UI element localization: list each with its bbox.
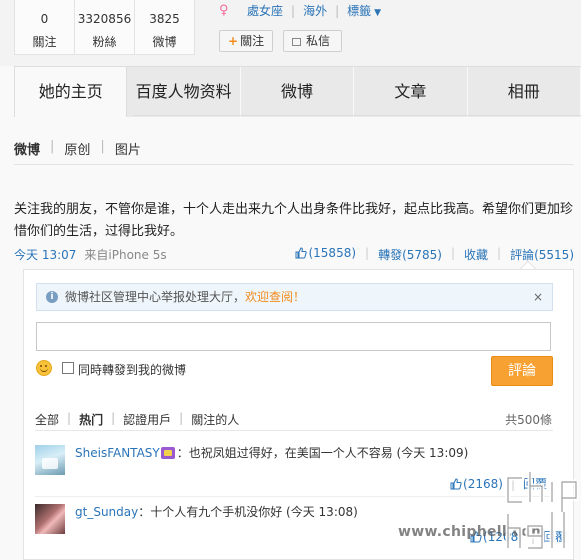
favorite-button[interactable]: 收藏 xyxy=(464,246,488,263)
post-content: 关注我的朋友，不管你是谁，十个人走出来九个人出身条件比我好，起点比我高。希望你们… xyxy=(14,202,574,239)
envelope-icon xyxy=(292,38,301,46)
profile-tabs: 她的主页 百度人物资料 微博 文章 相冊 xyxy=(14,66,581,117)
filter-hot[interactable]: 热门 xyxy=(79,411,103,428)
comment-input[interactable] xyxy=(36,322,551,351)
comment-text: ：也祝凤姐过得好，在美国一个人不容易 (今天 13:09) xyxy=(176,446,469,460)
filter-all[interactable]: 全部 xyxy=(35,411,59,428)
comment-username[interactable]: SheisFANTASY xyxy=(75,446,160,460)
divider: | xyxy=(100,139,105,154)
filter-weibo[interactable]: 微博 xyxy=(14,139,40,158)
comment-panel: i 微博社区管理中心举报处理大厅，欢迎查阅！ × 同時轉發到我的微博 評論 全部… xyxy=(23,269,574,560)
comment-like-count: (2168) xyxy=(463,477,503,491)
thumbs-up-icon xyxy=(450,478,462,490)
profile-meta: ♀ 處女座 | 海外 | 標籤 ▼ xyxy=(219,2,381,19)
follow-button[interactable]: + 關注 xyxy=(219,30,273,52)
tags-label: 標籤 xyxy=(347,4,372,18)
tags-dropdown[interactable]: 標籤 ▼ xyxy=(347,2,381,19)
stat-following-count: 0 xyxy=(40,12,49,26)
divider: | xyxy=(450,246,456,260)
post-source: 来自iPhone 5s xyxy=(84,248,167,262)
info-icon: i xyxy=(46,291,58,303)
stat-fans[interactable]: 3320856 粉絲 xyxy=(75,0,135,54)
filter-following[interactable]: 關注的人 xyxy=(191,411,239,428)
follow-label: 關注 xyxy=(240,34,265,48)
thumbs-up-icon xyxy=(295,247,308,259)
tab-articles[interactable]: 文章 xyxy=(354,67,468,117)
divider: | xyxy=(179,411,184,425)
comment-item: SheisFANTASY ：也祝凤姐过得好，在美国一个人不容易 (今天 13:09… xyxy=(35,445,553,497)
female-icon: ♀ xyxy=(219,2,229,18)
comment-text: ：十个人有九个手机没你好 (今天 13:08) xyxy=(138,505,358,519)
post-meta: 今天 13:07 来自iPhone 5s xyxy=(14,246,167,263)
notice-link[interactable]: 欢迎查阅！ xyxy=(245,290,305,304)
avatar[interactable] xyxy=(35,504,65,534)
divider xyxy=(35,430,553,431)
divider: | xyxy=(111,411,116,425)
divider: | xyxy=(50,139,55,154)
emoji-icon[interactable] xyxy=(36,360,52,376)
tab-album[interactable]: 相冊 xyxy=(467,67,581,117)
filter-verified[interactable]: 認證用戶 xyxy=(123,411,171,428)
comment-body: gt_Sunday：十个人有九个手机没你好 (今天 13:08) xyxy=(75,504,358,520)
zodiac-link[interactable]: 處女座 xyxy=(247,2,283,19)
message-label: 私信 xyxy=(306,34,331,48)
repost-checkbox[interactable] xyxy=(62,362,74,374)
divider: | xyxy=(67,411,72,425)
vip-badge-icon xyxy=(160,447,175,459)
stat-following-label: 關注 xyxy=(32,35,57,49)
filter-images[interactable]: 图片 xyxy=(115,139,141,158)
watermark-logo-icon xyxy=(505,469,579,551)
comment-button[interactable]: 評論(5515) xyxy=(510,246,574,263)
post-timestamp[interactable]: 今天 13:07 xyxy=(14,248,76,262)
repost-button[interactable]: 轉發(5785) xyxy=(378,246,442,263)
comment-username[interactable]: gt_Sunday xyxy=(75,505,138,519)
repost-checkbox-label[interactable]: 同時轉發到我的微博 xyxy=(78,361,186,378)
close-icon[interactable]: × xyxy=(533,284,543,310)
stat-fans-label: 粉絲 xyxy=(92,35,117,49)
filter-original[interactable]: 原创 xyxy=(64,139,90,158)
tab-baidu-profile[interactable]: 百度人物资料 xyxy=(127,67,241,117)
submit-comment-button[interactable]: 評論 xyxy=(491,356,553,386)
comment-total: 共500條 xyxy=(505,413,552,427)
stat-weibo[interactable]: 3825 微博 xyxy=(135,0,194,54)
meta-divider: | xyxy=(335,3,340,18)
divider: | xyxy=(497,246,502,260)
feed-filter-nav: 微博 | 原创 | 图片 xyxy=(14,139,141,158)
report-notice: i 微博社区管理中心举报处理大厅，欢迎查阅！ × xyxy=(36,283,553,311)
profile-stats: 0 關注 3320856 粉絲 3825 微博 xyxy=(14,0,195,55)
notice-text: 微博社区管理中心举报处理大厅， xyxy=(65,290,246,304)
divider: | xyxy=(365,246,370,260)
profile-header: 0 關注 3320856 粉絲 3825 微博 ♀ 處女座 | 海外 | 標籤 ▼… xyxy=(0,0,581,66)
comment-filters: 全部 | 热门 | 認證用戶 | 關注的人 xyxy=(35,411,239,428)
avatar[interactable] xyxy=(35,445,65,475)
message-button[interactable]: 私信 xyxy=(283,30,342,52)
like-button[interactable]: (15858) xyxy=(295,246,356,263)
stat-fans-count: 3320856 xyxy=(77,12,132,26)
like-count: (15858) xyxy=(308,246,357,260)
plus-icon: + xyxy=(228,34,239,48)
meta-divider: | xyxy=(291,3,296,18)
comment-like-button[interactable]: (2168) xyxy=(450,477,503,491)
stat-following[interactable]: 0 關注 xyxy=(15,0,75,54)
location-link[interactable]: 海外 xyxy=(303,2,327,19)
stat-weibo-label: 微博 xyxy=(152,35,177,49)
divider xyxy=(133,115,581,116)
post-actions: (15858) | 轉發(5785) | 收藏 | 評論(5515) xyxy=(295,246,574,263)
chevron-down-icon: ▼ xyxy=(374,8,382,18)
tab-weibo[interactable]: 微博 xyxy=(240,67,355,117)
stat-weibo-count: 3825 xyxy=(149,12,180,26)
tab-home[interactable]: 她的主页 xyxy=(14,67,128,117)
divider xyxy=(14,164,574,165)
comment-body: SheisFANTASY ：也祝凤姐过得好，在美国一个人不容易 (今天 13:09… xyxy=(75,445,468,461)
